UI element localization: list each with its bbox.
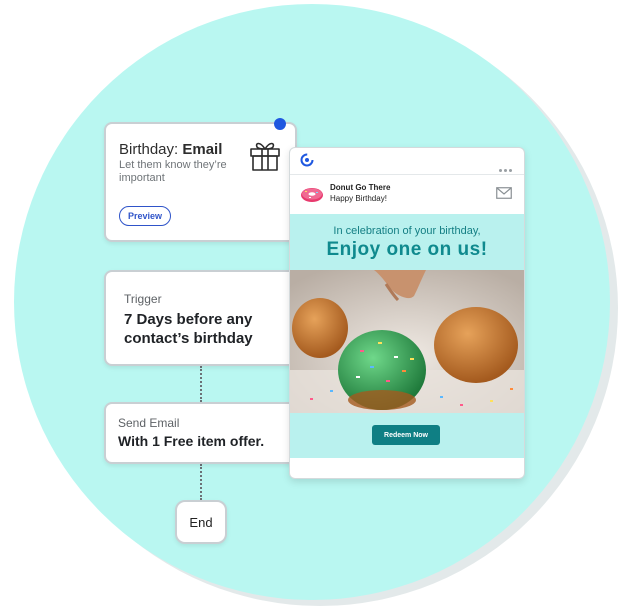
email-toolbar bbox=[290, 148, 524, 175]
preview-button[interactable]: Preview bbox=[119, 206, 171, 226]
email-preview: Donut Go There Happy Birthday! In celebr… bbox=[289, 147, 525, 479]
envelope-icon bbox=[496, 187, 512, 199]
headline-large: Enjoy one on us! bbox=[326, 239, 488, 260]
trigger-label: Trigger bbox=[124, 292, 162, 306]
connector-line bbox=[200, 366, 202, 402]
gift-icon bbox=[250, 142, 280, 171]
send-email-label: Send Email bbox=[118, 416, 180, 430]
status-dot bbox=[274, 118, 286, 130]
email-sender-row: Donut Go There Happy Birthday! bbox=[290, 175, 524, 214]
sender-name: Donut Go There bbox=[330, 183, 391, 192]
send-email-card[interactable]: Send Email With 1 Free item offer. bbox=[104, 402, 297, 464]
end-node[interactable]: End bbox=[175, 500, 227, 544]
birthday-email-card[interactable]: Birthday: Email Let them know they’re im… bbox=[104, 122, 297, 242]
connector-line bbox=[200, 464, 202, 500]
trigger-description: 7 Days before any contact’s birthday bbox=[124, 311, 253, 347]
redeem-now-button[interactable]: Redeem Now bbox=[372, 425, 440, 445]
headline-small: In celebration of your birthday, bbox=[333, 225, 481, 237]
donut-photo bbox=[290, 270, 524, 413]
donut-avatar-icon bbox=[301, 188, 323, 202]
constant-contact-logo-icon bbox=[300, 153, 314, 167]
send-email-description: With 1 Free item offer. bbox=[118, 433, 265, 449]
email-subject: Happy Birthday! bbox=[330, 194, 387, 203]
trigger-card[interactable]: Trigger 7 Days before any contact’s birt… bbox=[104, 270, 297, 366]
birthday-card-title: Birthday: Email bbox=[119, 141, 223, 158]
birthday-card-subtitle: Let them know they’re important bbox=[119, 159, 227, 184]
email-body: In celebration of your birthday, Enjoy o… bbox=[290, 214, 524, 458]
